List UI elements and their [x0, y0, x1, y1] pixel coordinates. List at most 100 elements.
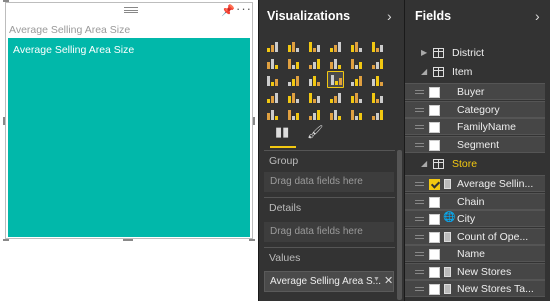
drag-handle-icon[interactable] — [415, 269, 424, 274]
resize-handle-right[interactable] — [253, 117, 255, 125]
field-checkbox[interactable] — [429, 179, 440, 190]
field-name: New Stores — [457, 265, 512, 278]
table-icon[interactable] — [327, 88, 344, 105]
drag-handle-icon[interactable] — [415, 107, 424, 112]
drag-handle-icon[interactable] — [415, 234, 424, 239]
r-visual-icon[interactable] — [369, 105, 386, 122]
expanded-arrow-icon[interactable]: ◢ — [421, 67, 427, 76]
chevron-down-icon[interactable]: ▼ — [373, 276, 380, 283]
field-checkbox[interactable] — [429, 231, 440, 243]
measure-icon — [444, 266, 451, 277]
details-drop-well[interactable]: Drag data fields here — [264, 222, 394, 242]
scatter-bubble-icon[interactable] — [306, 71, 323, 88]
clustered-bar-icon[interactable] — [306, 37, 323, 54]
area-chart-icon[interactable] — [285, 54, 302, 71]
ribbon-icon[interactable] — [264, 71, 281, 88]
expanded-arrow-icon[interactable]: ◢ — [421, 159, 427, 168]
field-name: Segment — [457, 138, 500, 151]
resize-handle-bottom-right[interactable] — [249, 239, 255, 241]
pin-icon[interactable]: 📌 — [221, 4, 235, 17]
visualizations-scrollbar[interactable] — [397, 150, 402, 300]
field-row[interactable]: Chain — [405, 192, 545, 210]
line-stacked-column-icon[interactable] — [348, 54, 365, 71]
field-table-row[interactable]: ▶ District — [405, 45, 545, 62]
field-row[interactable]: Average Sellin... — [405, 175, 545, 192]
collapse-fields-icon[interactable]: › — [535, 8, 540, 24]
globe-icon[interactable] — [306, 88, 323, 105]
field-checkbox[interactable] — [429, 249, 440, 260]
pie-icon[interactable] — [264, 88, 281, 105]
scatter-icon[interactable] — [369, 54, 386, 71]
field-checkbox[interactable] — [429, 104, 440, 116]
stacked-bar-icon[interactable] — [264, 37, 281, 54]
field-checkbox[interactable] — [429, 214, 440, 225]
resize-handle-top-left[interactable] — [3, 0, 9, 2]
resize-handle-left[interactable] — [3, 117, 5, 125]
field-row[interactable]: 🌐 City — [405, 210, 545, 227]
multi-row-card-icon[interactable] — [306, 105, 323, 122]
field-checkbox[interactable] — [429, 284, 440, 295]
treemap-icon[interactable] — [348, 71, 365, 88]
drag-handle-icon[interactable] — [415, 142, 424, 147]
field-table-row[interactable]: ◢ Store — [405, 156, 545, 173]
clustered-column-icon[interactable] — [327, 37, 344, 54]
funnel-icon[interactable] — [264, 105, 281, 122]
waterfall-icon[interactable] — [285, 71, 302, 88]
group-drop-well[interactable]: Drag data fields here — [264, 172, 394, 192]
field-row[interactable]: Buyer — [405, 83, 545, 100]
collapsed-arrow-icon[interactable]: ▶ — [421, 48, 427, 57]
field-checkbox[interactable] — [429, 266, 440, 278]
100-bar-icon[interactable] — [348, 37, 365, 54]
field-name: Name — [457, 248, 486, 260]
table-icon — [433, 159, 444, 169]
drag-handle-icon[interactable] — [415, 90, 424, 94]
field-checkbox[interactable] — [429, 196, 440, 208]
details-section-label: Details — [269, 202, 302, 214]
line-chart-icon[interactable] — [264, 54, 281, 71]
resize-handle-bottom-left[interactable] — [3, 239, 9, 241]
drag-handle-icon[interactable] — [415, 125, 424, 129]
report-canvas: 📌 ··· Average Selling Area Size Average … — [0, 0, 258, 301]
field-row[interactable]: Count of Ope... — [405, 227, 545, 245]
100-column-icon[interactable] — [369, 37, 386, 54]
drag-grip-icon[interactable] — [124, 7, 138, 13]
visualizations-pane: Visualizations › ▮▮ 🖌 Group Drag data fi… — [258, 0, 404, 301]
field-checkbox[interactable] — [429, 122, 440, 133]
values-field-name: Average Selling Area S... — [270, 276, 381, 287]
field-row[interactable]: Segment — [405, 135, 545, 153]
drag-handle-icon[interactable] — [415, 182, 424, 186]
slicer-icon[interactable] — [348, 105, 365, 122]
kpi-icon[interactable] — [327, 105, 344, 122]
card-icon[interactable] — [327, 71, 344, 88]
filled-map-icon[interactable] — [369, 88, 386, 105]
field-table-row[interactable]: ◢ Item — [405, 64, 545, 81]
map-icon[interactable] — [369, 71, 386, 88]
resize-handle-bottom[interactable] — [123, 239, 133, 241]
stacked-area-icon[interactable] — [306, 54, 323, 71]
fields-tab-icon[interactable]: ▮▮ — [275, 124, 289, 140]
card-visual[interactable]: 📌 ··· Average Selling Area Size Average … — [3, 0, 255, 241]
drag-handle-icon[interactable] — [415, 252, 424, 256]
drag-handle-icon[interactable] — [415, 199, 424, 204]
field-checkbox[interactable] — [429, 87, 440, 98]
collapse-visualizations-icon[interactable]: › — [387, 8, 392, 24]
table-icon — [433, 67, 444, 77]
gauge-icon[interactable] — [285, 105, 302, 122]
field-row[interactable]: Category — [405, 100, 545, 118]
remove-field-icon[interactable]: ✕ — [384, 274, 393, 287]
field-row[interactable]: Name — [405, 245, 545, 262]
values-field-chip[interactable]: Average Selling Area S... ▼ ✕ — [264, 271, 394, 292]
matrix-icon[interactable] — [348, 88, 365, 105]
drag-handle-icon[interactable] — [415, 217, 424, 221]
stacked-column-icon[interactable] — [285, 37, 302, 54]
field-row[interactable]: New Stores — [405, 262, 545, 280]
donut-icon[interactable] — [285, 88, 302, 105]
field-checkbox[interactable] — [429, 139, 440, 151]
line-column-icon[interactable] — [327, 54, 344, 71]
drag-handle-icon[interactable] — [415, 287, 424, 291]
field-row[interactable]: New Stores Ta... — [405, 280, 545, 297]
field-row[interactable]: FamilyName — [405, 118, 545, 135]
format-tab-icon[interactable]: 🖌 — [307, 124, 324, 140]
field-name: City — [457, 213, 476, 225]
more-options-icon[interactable]: ··· — [236, 1, 252, 16]
